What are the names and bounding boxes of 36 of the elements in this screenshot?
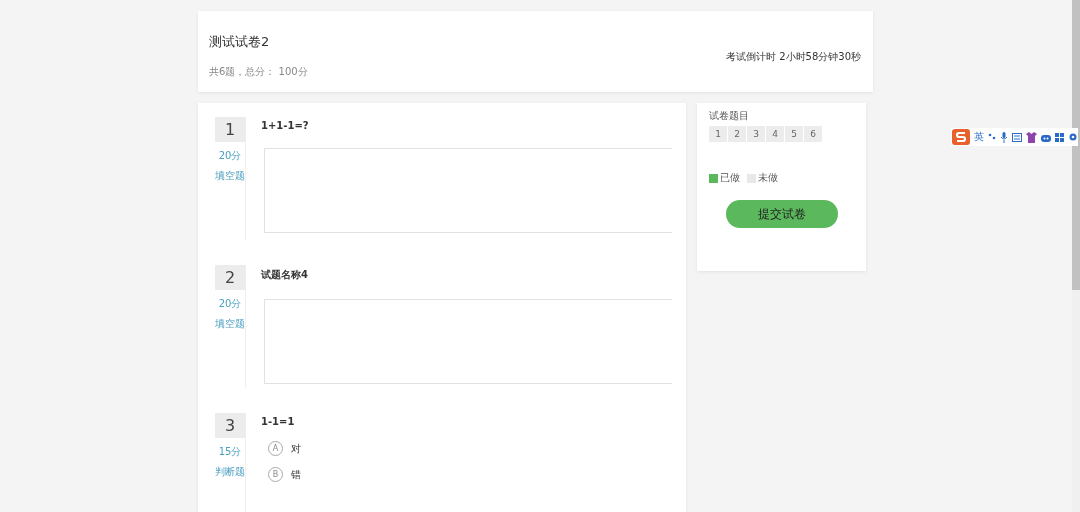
punctuation-icon[interactable] (988, 132, 996, 142)
question-link[interactable]: 5 (785, 126, 803, 142)
question-link[interactable]: 2 (728, 126, 746, 142)
question-number[interactable]: 2 (215, 265, 245, 290)
question-text: 试题名称4 (261, 268, 309, 282)
exam-title: 测试试卷2 (209, 32, 271, 51)
robot-icon[interactable] (1041, 132, 1051, 142)
submit-button[interactable]: 提交试卷 (725, 200, 838, 228)
microphone-icon[interactable] (1000, 131, 1008, 143)
exam-summary: 共6题，总分： 100分 (209, 64, 308, 79)
question-link[interactable]: 3 (747, 126, 765, 142)
navigator-title: 试卷题目 (709, 109, 750, 123)
countdown-timer: 考试倒计时 2小时58分钟30秒 (726, 49, 861, 64)
input-mode-toggle[interactable]: 英 (974, 130, 984, 144)
keyboard-icon[interactable] (1012, 132, 1022, 142)
shirt-icon[interactable] (1026, 131, 1037, 143)
settings-icon[interactable] (1068, 132, 1078, 142)
s-logo-icon[interactable] (952, 129, 970, 145)
question-number[interactable]: 3 (215, 413, 245, 438)
question-link[interactable]: 6 (804, 126, 822, 142)
question-score: 20分 (218, 297, 242, 311)
legend-label: 已做 (720, 171, 740, 185)
grid-icon[interactable] (1055, 132, 1064, 142)
question-score: 15分 (218, 445, 242, 459)
question-score: 20分 (218, 149, 242, 163)
question-type: 填空题 (215, 169, 245, 183)
question-link[interactable]: 1 (709, 126, 727, 142)
question-number[interactable]: 1 (215, 117, 245, 142)
question-type: 判断题 (215, 465, 245, 479)
question-text: 1-1=1 (261, 416, 296, 427)
question-type: 填空题 (215, 317, 245, 331)
option-label[interactable]: 错 (291, 467, 301, 482)
question-link[interactable]: 4 (766, 126, 784, 142)
legend-label: 未做 (758, 171, 778, 185)
question-text: 1+1-1=? (261, 120, 310, 131)
option-label[interactable]: 对 (291, 441, 301, 456)
